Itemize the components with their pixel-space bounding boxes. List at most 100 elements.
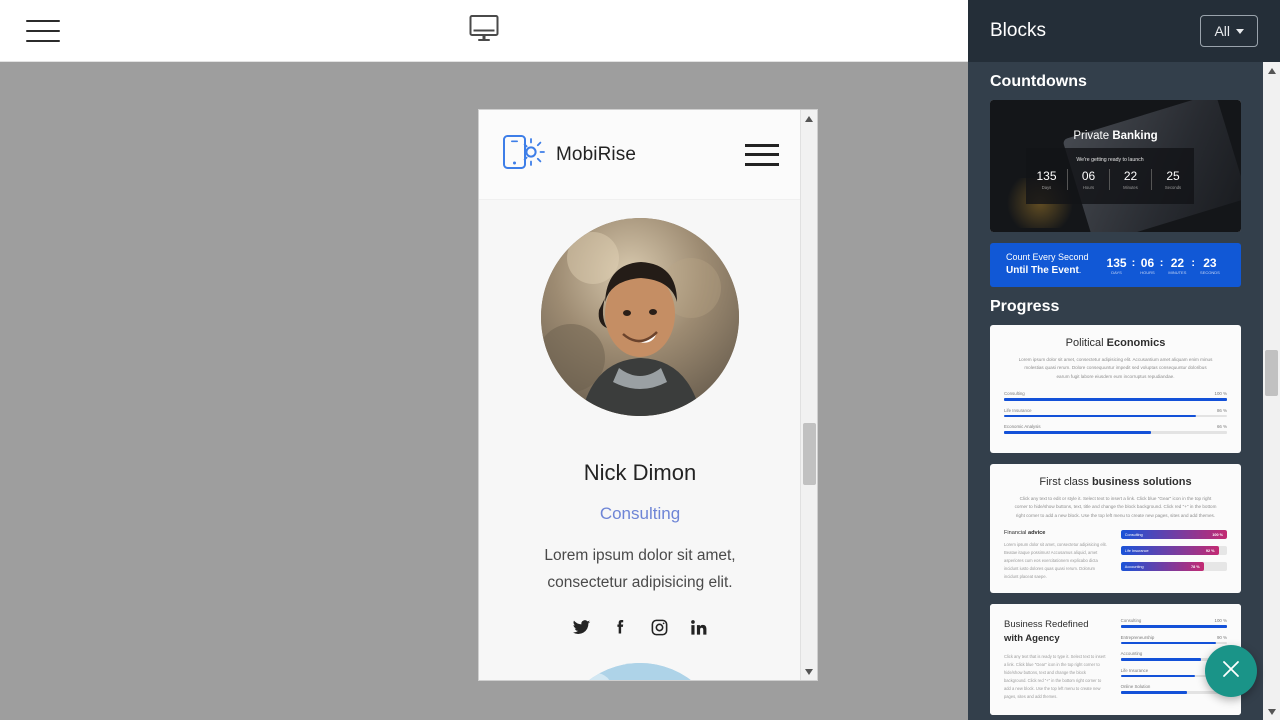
pg3-bar-1: Entrepreneurship 90 % xyxy=(1120,634,1227,645)
cd1-minutes-label: Minutes xyxy=(1123,185,1138,190)
cd2-hours-value: 06 xyxy=(1140,255,1155,270)
pg1-bar-2-label: Economic Analysis xyxy=(1004,424,1041,430)
pg1-bar-2-value: 66 % xyxy=(1216,424,1227,430)
cd2-days-value: 135 xyxy=(1106,255,1127,270)
cd2-sep-2: : xyxy=(1159,256,1164,269)
close-icon xyxy=(1220,658,1242,685)
pg1-bar-2: Economic Analysis 66 % xyxy=(1004,424,1227,434)
pg3-bar-1-value: 90 % xyxy=(1216,634,1227,640)
blocks-panel: Blocks All Countdowns Private Banking We… xyxy=(968,0,1280,720)
chevron-down-icon xyxy=(1236,28,1244,34)
pg2-bar-1-value: 92 % xyxy=(1205,548,1215,553)
blocks-panel-header: Blocks All xyxy=(968,0,1280,62)
pg3-body: Click any text that is ready to type it.… xyxy=(1004,653,1106,699)
pg1-bar-0-value: 100 % xyxy=(1214,391,1227,397)
profile-section: Nick Dimon Consulting Lorem ipsum dolor … xyxy=(479,200,801,680)
panel-scroll-down-icon[interactable] xyxy=(1263,703,1280,720)
instagram-icon[interactable] xyxy=(650,618,669,637)
site-navbar: MobiRise xyxy=(479,110,801,200)
preview-scrollbar[interactable] xyxy=(800,110,817,680)
block-thumb-first-class-business-solutions[interactable]: First class business solutions Click any… xyxy=(990,463,1241,594)
cd2-hours-label: HOURS xyxy=(1140,269,1155,275)
block-thumb-political-economics[interactable]: Political Economics Lorem ipsum dolor si… xyxy=(990,325,1241,453)
pg3-bar-0-label: Consulting xyxy=(1120,618,1142,624)
pg2-title-bold: business solutions xyxy=(1091,475,1192,488)
pg2-sub-body: Lorem ipsum dolor sit amet, consectetur … xyxy=(1004,542,1107,580)
pg2-bar-2-label: Accounting xyxy=(1124,564,1144,569)
blocks-filter-button[interactable]: All xyxy=(1200,15,1258,47)
preview-scroll-thumb[interactable] xyxy=(803,423,816,485)
device-preview-frame: MobiRise Nick Dimon Consulting Lorem ips… xyxy=(478,109,818,681)
pg1-bar-1-value: 86 % xyxy=(1216,407,1227,413)
facebook-icon[interactable] xyxy=(611,618,630,637)
cd1-title-light: Private xyxy=(1073,130,1113,142)
pg3-bar-0: Consulting 100 % xyxy=(1120,618,1227,628)
linkedin-icon[interactable] xyxy=(689,618,708,637)
cd2-line2-suffix: . xyxy=(1078,265,1082,276)
preview-scroll-down-icon[interactable] xyxy=(801,663,817,680)
site-menu-icon[interactable] xyxy=(745,143,779,166)
cd2-days-label: DAYS xyxy=(1111,269,1122,275)
pg3-title-line2: with Agency xyxy=(1004,633,1060,645)
top-toolbar xyxy=(0,0,968,62)
pg2-sub-title-bold: advice xyxy=(1027,530,1046,537)
desktop-monitor-icon[interactable] xyxy=(467,13,501,48)
block-thumb-business-redefined[interactable]: Business Redefined with Agency Click any… xyxy=(990,604,1241,715)
cd1-unit-seconds: 25 Seconds xyxy=(1152,169,1194,190)
blocks-filter-label: All xyxy=(1214,23,1230,39)
cd1-unit-minutes: 22 Minutes xyxy=(1110,169,1152,190)
cd2-line2: Until The Event xyxy=(1006,265,1079,277)
cd1-title-bold: Banking xyxy=(1112,130,1158,142)
cd1-minutes-value: 22 xyxy=(1123,169,1138,183)
panel-scroll-up-icon[interactable] xyxy=(1263,62,1280,79)
pg2-bar-1-label: Life Insurance xyxy=(1124,548,1149,553)
pg2-bar-2-value: 78 % xyxy=(1190,564,1200,569)
pg2-bar-0: Consulting 100 % xyxy=(1120,530,1227,540)
category-title-countdowns: Countdowns xyxy=(990,73,1087,90)
profile-name: Nick Dimon xyxy=(583,460,697,485)
panel-scroll-thumb[interactable] xyxy=(1265,350,1278,396)
cd1-hours-value: 06 xyxy=(1081,169,1096,183)
block-thumb-private-banking[interactable]: Private Banking We're getting ready to l… xyxy=(990,100,1241,232)
pg1-bar-0-label: Consulting xyxy=(1004,391,1025,397)
pg2-bar-0-value: 100 % xyxy=(1212,532,1223,537)
site-brand[interactable]: MobiRise xyxy=(501,132,636,177)
cd2-seconds-value: 23 xyxy=(1203,255,1217,270)
close-fab-button[interactable] xyxy=(1205,645,1257,697)
preview-stage: MobiRise Nick Dimon Consulting Lorem ips… xyxy=(0,62,968,720)
pg3-bar-2-label: Accounting xyxy=(1120,651,1143,657)
pg1-title-light: Political xyxy=(1065,337,1107,349)
pg3-bar-4-label: Online Solution xyxy=(1120,684,1151,690)
blocks-panel-scrollbar[interactable] xyxy=(1263,62,1280,720)
device-viewport: MobiRise Nick Dimon Consulting Lorem ips… xyxy=(479,110,801,680)
cd1-unit-hours: 06 Hours xyxy=(1068,169,1110,190)
block-thumb-count-every-second[interactable]: Count Every Second Until The Event. 135 … xyxy=(990,243,1241,287)
profile-description: Lorem ipsum dolor sit amet, consectetur … xyxy=(544,547,736,592)
pg1-bar-0: Consulting 100 % xyxy=(1004,391,1227,401)
cd2-minutes-label: MINUTES xyxy=(1168,269,1187,275)
main-menu-icon[interactable] xyxy=(26,18,60,44)
cd1-seconds-label: Seconds xyxy=(1164,185,1182,190)
social-links xyxy=(503,618,777,637)
avatar xyxy=(541,218,739,416)
cd1-hours-label: Hours xyxy=(1082,185,1095,190)
site-brand-name: MobiRise xyxy=(556,143,636,165)
pg2-body: Click any text to edit or style it. Sele… xyxy=(1014,495,1217,518)
preview-scroll-up-icon[interactable] xyxy=(801,110,817,127)
pg2-sub-title-light: Financial xyxy=(1004,530,1028,537)
twitter-icon[interactable] xyxy=(572,618,591,637)
cd1-days-value: 135 xyxy=(1036,169,1057,183)
pg1-bar-1: Life Insurance 86 % xyxy=(1004,408,1227,418)
pg2-bar-1: Life Insurance 92 % xyxy=(1120,546,1227,556)
cd2-line1: Count Every Second xyxy=(1006,252,1089,263)
pg2-bar-0-label: Consulting xyxy=(1124,532,1143,537)
mobirise-phone-sun-icon xyxy=(501,132,547,177)
category-title-progress: Progress xyxy=(990,298,1060,315)
avatar-secondary xyxy=(556,663,724,680)
pg1-body: Lorem ipsum dolor sit amet, consectetur … xyxy=(1018,357,1213,379)
cd2-unit-minutes: 22 MINUTES xyxy=(1168,256,1186,275)
pg1-title-bold: Economics xyxy=(1106,337,1166,349)
cd1-seconds-value: 25 xyxy=(1166,169,1180,183)
cd2-seconds-label: SECONDS xyxy=(1200,269,1220,275)
blocks-list[interactable]: Countdowns Private Banking We're getting… xyxy=(968,62,1263,720)
